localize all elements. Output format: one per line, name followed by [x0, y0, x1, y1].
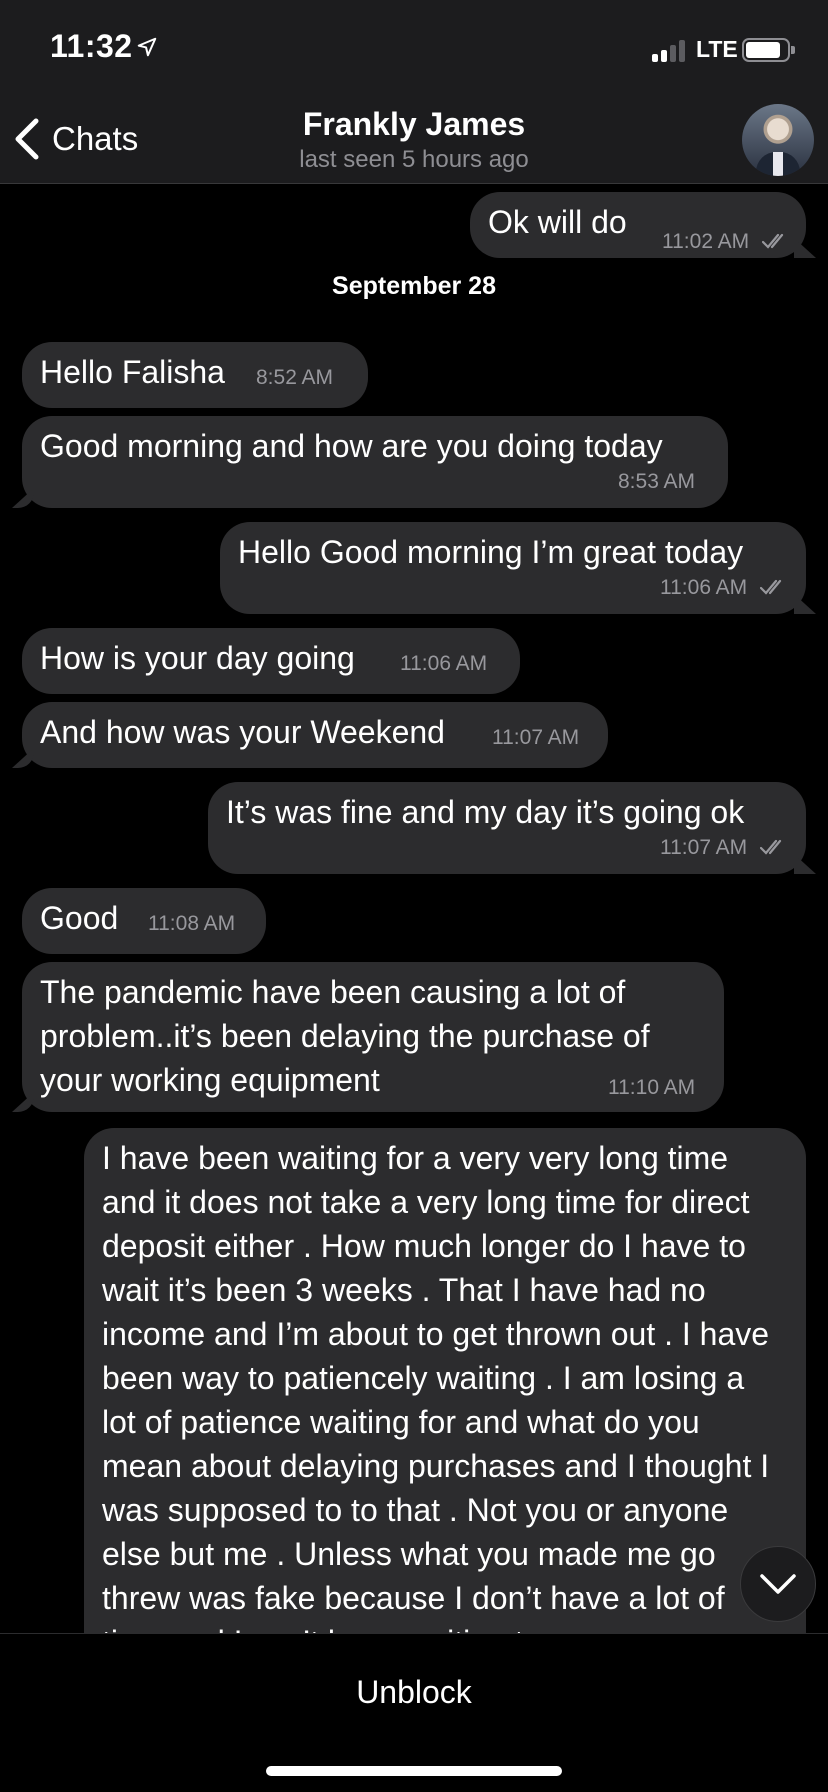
back-label: Chats	[52, 120, 139, 157]
message-incoming[interactable]: How is your day going 11:06 AM	[22, 628, 520, 694]
home-indicator[interactable]	[266, 1766, 562, 1776]
status-bar: 11:32 LTE	[0, 0, 828, 96]
message-outgoing[interactable]: It’s was fine and my day it’s going ok 1…	[208, 782, 806, 874]
message-time: 11:08 AM	[148, 912, 236, 935]
contact-title[interactable]: Frankly James last seen 5 hours ago	[180, 104, 648, 176]
chevron-down-icon	[760, 1574, 796, 1594]
message-list[interactable]: Ok will do 11:02 AM September 28 Hello F…	[0, 184, 828, 1633]
message-incoming[interactable]: Good morning and how are you doing today…	[22, 416, 728, 508]
message-text: The pandemic have been causing a lot of …	[40, 974, 650, 1098]
network-type: LTE	[696, 36, 738, 62]
message-text: Ok will do	[488, 204, 627, 240]
message-time: 11:06 AM	[660, 576, 748, 599]
message-text: I have been waiting for a very very long…	[102, 1140, 770, 1633]
read-receipt-icon	[760, 839, 782, 855]
scroll-to-bottom-button[interactable]	[740, 1546, 816, 1622]
message-text: Hello Good morning I’m great today	[238, 534, 744, 570]
contact-name: Frankly James	[302, 106, 526, 142]
message-text: Good	[40, 900, 119, 936]
signal-strength-icon	[652, 38, 688, 62]
message-time: 11:07 AM	[660, 836, 748, 859]
message-text: And how was your Weekend	[40, 714, 445, 750]
message-outgoing[interactable]: I have been waiting for a very very long…	[84, 1128, 806, 1633]
date-separator: September 28	[332, 272, 496, 300]
battery-icon	[742, 38, 795, 62]
message-time: 8:52 AM	[256, 366, 334, 389]
contact-avatar[interactable]	[742, 104, 814, 176]
message-text: How is your day going	[40, 640, 355, 676]
message-incoming[interactable]: Good 11:08 AM	[22, 888, 266, 954]
bottom-bar: Unblock	[0, 1633, 828, 1792]
read-receipt-icon	[760, 579, 782, 595]
message-incoming[interactable]: And how was your Weekend 11:07 AM	[22, 702, 608, 768]
message-text: It’s was fine and my day it’s going ok	[226, 794, 745, 830]
last-seen-status: last seen 5 hours ago	[299, 146, 529, 173]
read-receipt-icon	[762, 233, 784, 249]
message-time: 11:07 AM	[492, 726, 580, 749]
message-text: Good morning and how are you doing today	[40, 428, 663, 464]
message-time: 11:02 AM	[662, 230, 750, 253]
message-time: 8:53 AM	[618, 470, 696, 493]
message-time: 11:10 AM	[608, 1076, 696, 1099]
message-incoming[interactable]: Hello Falisha 8:52 AM	[22, 342, 368, 408]
message-incoming[interactable]: The pandemic have been causing a lot of …	[22, 962, 724, 1112]
unblock-button[interactable]: Unblock	[0, 1674, 828, 1711]
message-time: 11:06 AM	[400, 652, 488, 675]
status-time: 11:32	[50, 28, 133, 64]
back-button[interactable]: Chats	[12, 114, 138, 164]
chevron-left-icon	[15, 118, 39, 160]
location-arrow-icon	[137, 37, 157, 57]
message-text: Hello Falisha	[40, 354, 225, 390]
chat-header: Chats Frankly James last seen 5 hours ag…	[0, 96, 828, 184]
message-outgoing[interactable]: Ok will do 11:02 AM	[470, 192, 806, 258]
message-outgoing[interactable]: Hello Good morning I’m great today 11:06…	[220, 522, 806, 614]
